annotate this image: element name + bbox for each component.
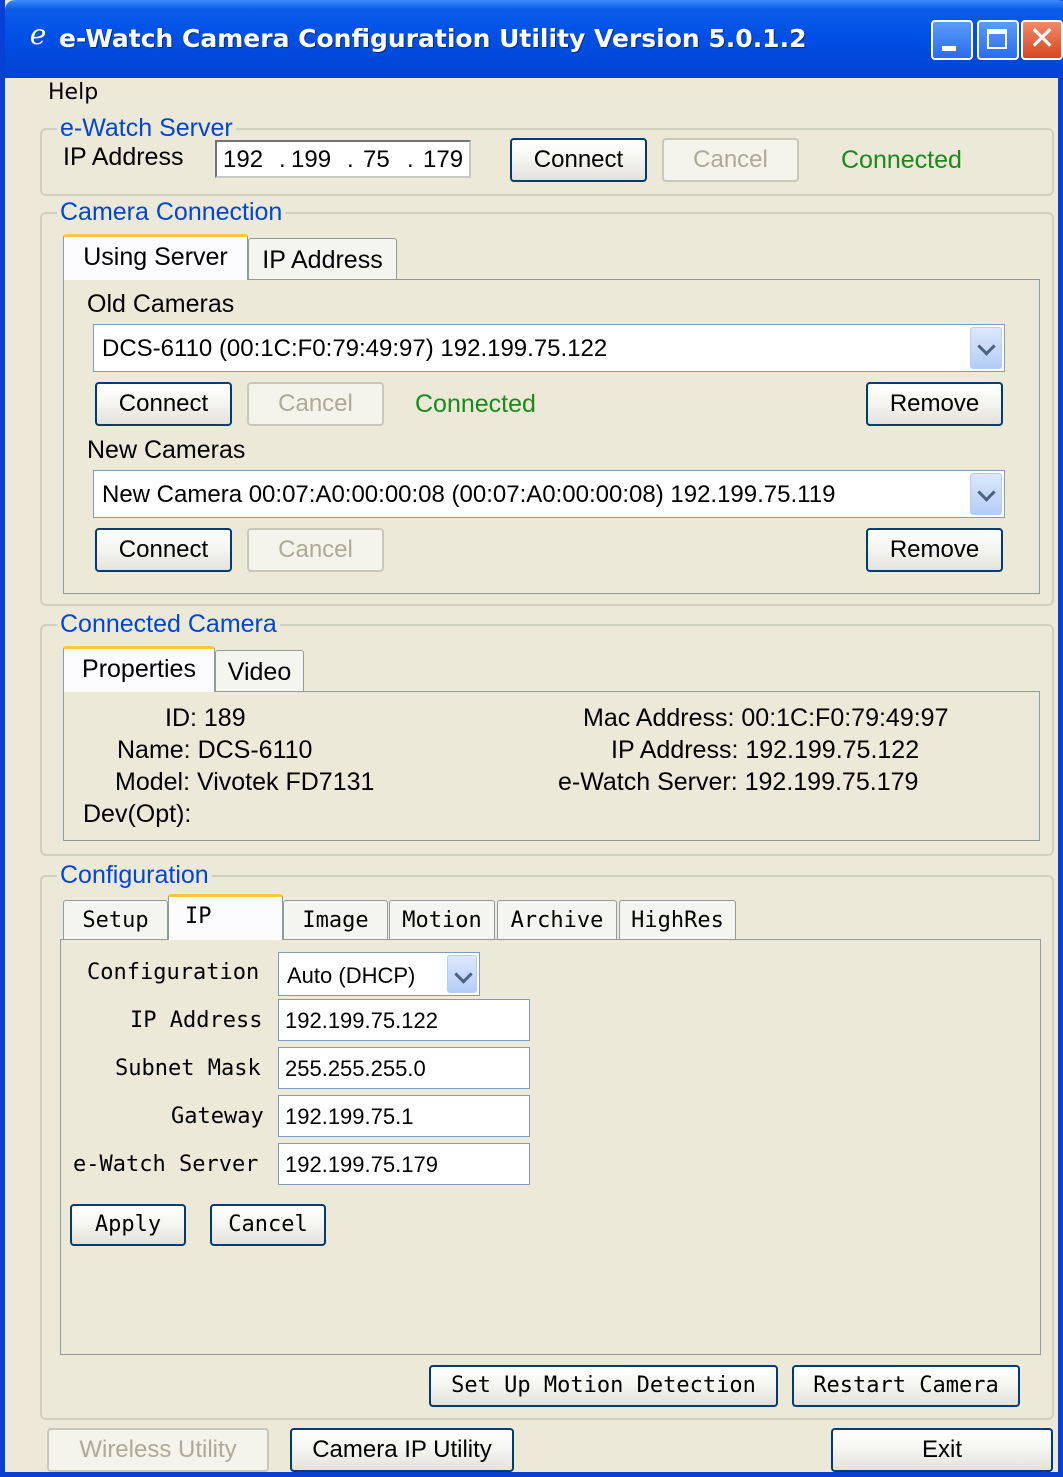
ip-octet-3: 75 <box>363 146 390 173</box>
tab-ip[interactable]: IP <box>168 894 283 940</box>
maximize-icon <box>987 29 1007 49</box>
new-cancel-button[interactable]: Cancel <box>247 528 384 572</box>
config-mode-label: Configuration <box>87 960 260 985</box>
config-mode-value: Auto (DHCP) <box>287 963 416 988</box>
gateway-input[interactable]: 192.199.75.1 <box>278 1095 530 1137</box>
tab-highres[interactable]: HighRes <box>619 900 736 940</box>
server-connect-button[interactable]: Connect <box>510 138 647 182</box>
server-ip-input[interactable]: 192 . 199 . 75 . 179 <box>215 140 471 178</box>
new-remove-button[interactable]: Remove <box>866 528 1003 572</box>
old-cameras-select[interactable]: DCS-6110 (00:1C:F0:79:49:97) 192.199.75.… <box>93 324 1005 372</box>
tab-using-server[interactable]: Using Server <box>63 234 248 280</box>
server-cancel-button[interactable]: Cancel <box>662 138 799 182</box>
chevron-down-icon[interactable] <box>970 473 1002 515</box>
connected-camera-legend: Connected Camera <box>57 610 280 639</box>
tab-video[interactable]: Video <box>215 650 304 692</box>
apply-button[interactable]: Apply <box>70 1204 186 1246</box>
new-cameras-label: New Cameras <box>87 436 246 464</box>
server-status: Connected <box>841 146 962 174</box>
minimize-button[interactable] <box>931 20 973 60</box>
tab-image[interactable]: Image <box>283 900 388 940</box>
gateway-label: Gateway <box>171 1104 264 1129</box>
close-icon: ✕ <box>1028 19 1056 57</box>
window-title: e-Watch Camera Configuration Utility Ver… <box>59 24 807 53</box>
app-window: e e-Watch Camera Configuration Utility V… <box>0 0 1063 1477</box>
subnet-mask-input[interactable]: 255.255.255.0 <box>278 1047 530 1089</box>
tab-setup[interactable]: Setup <box>63 900 168 940</box>
close-button[interactable]: ✕ <box>1021 20 1063 60</box>
restart-camera-button[interactable]: Restart Camera <box>792 1365 1020 1407</box>
tab-archive[interactable]: Archive <box>497 900 617 940</box>
camera-ip-utility-button[interactable]: Camera IP Utility <box>290 1428 514 1472</box>
ip-address-input[interactable]: 192.199.75.122 <box>278 999 530 1041</box>
minimize-icon <box>942 46 956 51</box>
old-remove-button[interactable]: Remove <box>866 382 1003 426</box>
new-cameras-select[interactable]: New Camera 00:07:A0:00:00:08 (00:07:A0:0… <box>93 470 1005 518</box>
ip-config-panel <box>60 939 1041 1355</box>
ewatch-logo-icon: e <box>29 18 47 51</box>
exit-button[interactable]: Exit <box>831 1428 1053 1472</box>
server-ip-label: IP Address <box>63 143 184 171</box>
set-up-motion-detection-button[interactable]: Set Up Motion Detection <box>429 1365 778 1407</box>
configuration-legend: Configuration <box>57 861 212 890</box>
config-cancel-button[interactable]: Cancel <box>210 1204 326 1246</box>
menu-help[interactable]: Help <box>48 80 98 105</box>
server-legend: e-Watch Server <box>57 114 236 143</box>
menu-bar: Help <box>10 78 1063 110</box>
ip-address-label: IP Address <box>130 1008 263 1033</box>
new-cameras-value: New Camera 00:07:A0:00:00:08 (00:07:A0:0… <box>102 481 836 508</box>
ip-dot-3: . <box>407 146 414 173</box>
camera-server: e-Watch Server: 192.199.75.179 <box>558 768 919 796</box>
ip-dot-1: . <box>279 146 286 173</box>
maximize-button[interactable] <box>977 20 1019 60</box>
title-bar[interactable]: e e-Watch Camera Configuration Utility V… <box>5 0 1063 78</box>
camera-connection-legend: Camera Connection <box>57 198 286 227</box>
old-camera-status: Connected <box>415 390 536 418</box>
old-cancel-button[interactable]: Cancel <box>247 382 384 426</box>
camera-name: Name: DCS-6110 <box>117 736 313 764</box>
camera-ip: IP Address: 192.199.75.122 <box>611 736 920 764</box>
wireless-utility-button[interactable]: Wireless Utility <box>47 1428 269 1472</box>
ewatch-server-label: e-Watch Server <box>73 1152 259 1177</box>
tab-ip-address[interactable]: IP Address <box>248 238 397 280</box>
camera-id: ID: 189 <box>165 704 246 732</box>
ip-octet-2: 199 <box>291 146 332 173</box>
tab-properties[interactable]: Properties <box>63 646 215 692</box>
subnet-mask-label: Subnet Mask <box>115 1056 261 1081</box>
ip-octet-1: 192 <box>223 146 264 173</box>
tab-motion[interactable]: Motion <box>389 900 495 940</box>
ip-dot-2: . <box>347 146 354 173</box>
camera-model: Model: Vivotek FD7131 <box>115 768 375 796</box>
chevron-down-icon[interactable] <box>970 327 1002 369</box>
old-cameras-label: Old Cameras <box>87 290 235 318</box>
old-connect-button[interactable]: Connect <box>95 382 232 426</box>
camera-dev-opt: Dev(Opt): <box>83 800 192 828</box>
new-connect-button[interactable]: Connect <box>95 528 232 572</box>
chevron-down-icon[interactable] <box>447 955 477 993</box>
config-mode-select[interactable]: Auto (DHCP) <box>278 952 480 996</box>
old-cameras-value: DCS-6110 (00:1C:F0:79:49:97) 192.199.75.… <box>102 335 608 362</box>
camera-mac: Mac Address: 00:1C:F0:79:49:97 <box>583 704 949 732</box>
ip-octet-4: 179 <box>423 146 464 173</box>
ewatch-server-input[interactable]: 192.199.75.179 <box>278 1143 530 1185</box>
